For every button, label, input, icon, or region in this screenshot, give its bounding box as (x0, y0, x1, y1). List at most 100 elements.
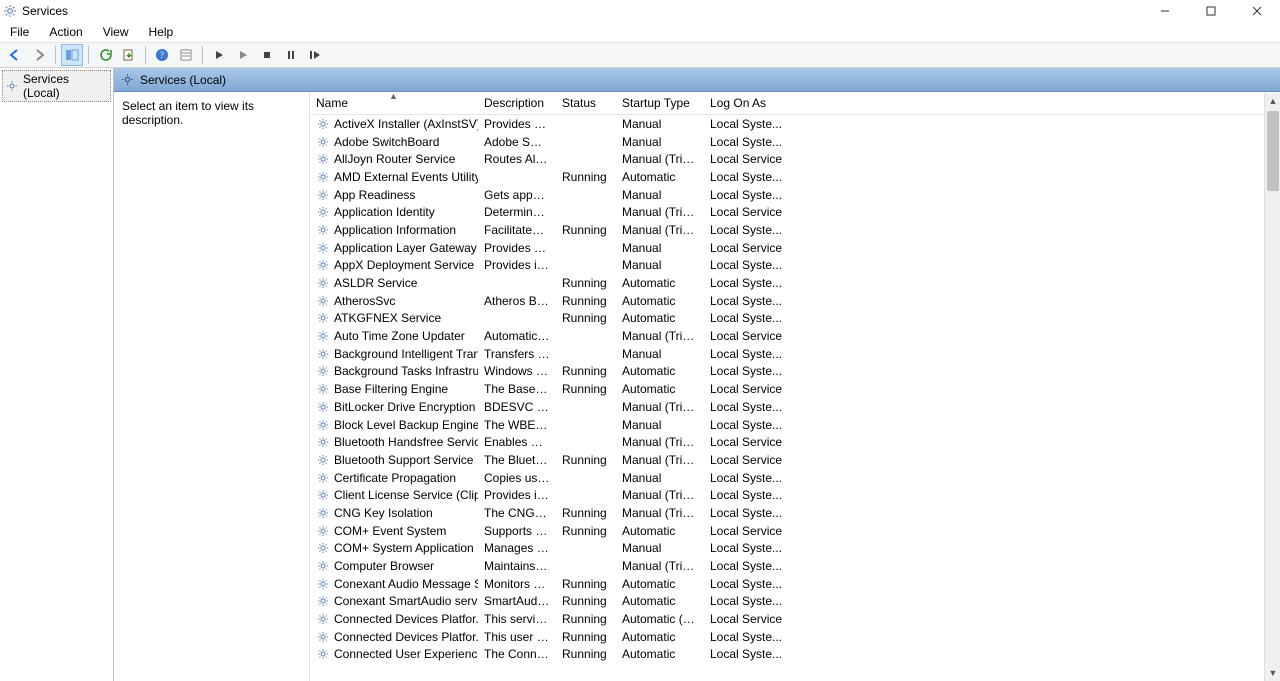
gear-icon (2, 3, 18, 19)
help-button[interactable]: ? (151, 44, 173, 66)
table-row[interactable]: Computer BrowserMaintains a...Manual (Tr… (310, 557, 1264, 575)
show-hide-tree-button[interactable] (61, 44, 83, 66)
table-row[interactable]: App ReadinessGets apps re...ManualLocal … (310, 186, 1264, 204)
gear-icon (316, 471, 330, 485)
table-row[interactable]: Base Filtering EngineThe Base Fil...Runn… (310, 380, 1264, 398)
table-row[interactable]: Background Tasks Infrastru...Windows in.… (310, 363, 1264, 381)
cell-description: Provides inf... (478, 488, 556, 502)
cell-logon: Local Syste... (704, 594, 794, 608)
cell-startup: Manual (616, 471, 704, 485)
service-name: Application Layer Gateway ... (334, 241, 478, 255)
refresh-button[interactable] (94, 44, 116, 66)
tree-root-services-local[interactable]: Services (Local) (2, 70, 111, 102)
table-row[interactable]: ActiveX Installer (AxInstSV)Provides Us.… (310, 115, 1264, 133)
table-row[interactable]: AtherosSvcAtheros BT ...RunningAutomatic… (310, 292, 1264, 310)
table-row[interactable]: Background Intelligent Tran...Transfers … (310, 345, 1264, 363)
properties-button[interactable] (175, 44, 197, 66)
table-row[interactable]: Application InformationFacilitates t...R… (310, 221, 1264, 239)
scroll-down-button[interactable]: ▼ (1265, 665, 1280, 681)
table-row[interactable]: Auto Time Zone UpdaterAutomatica...Manua… (310, 327, 1264, 345)
cell-startup: Manual (Trig... (616, 435, 704, 449)
table-row[interactable]: Conexant SmartAudio serviceSmartAudio...… (310, 593, 1264, 611)
cell-name: App Readiness (310, 188, 478, 202)
gear-icon (316, 435, 330, 449)
menu-help[interactable]: Help (147, 23, 184, 41)
cell-description: The Bluetoo... (478, 453, 556, 467)
minimize-button[interactable] (1142, 0, 1188, 22)
service-name: Auto Time Zone Updater (334, 329, 465, 343)
column-header-status[interactable]: Status (556, 93, 616, 114)
export-list-button[interactable] (118, 44, 140, 66)
menu-bar: File Action View Help (0, 22, 1280, 42)
table-row[interactable]: Connected Devices Platfor...This user se… (310, 628, 1264, 646)
cell-status: Running (556, 276, 616, 290)
menu-view[interactable]: View (101, 23, 139, 41)
cell-startup: Manual (Trig... (616, 488, 704, 502)
table-row[interactable]: Application Layer Gateway ...Provides su… (310, 239, 1264, 257)
table-row[interactable]: AppX Deployment Service (...Provides inf… (310, 257, 1264, 275)
table-row[interactable]: Block Level Backup Engine ...The WBENG..… (310, 416, 1264, 434)
restart-service-button[interactable] (304, 44, 326, 66)
close-button[interactable] (1234, 0, 1280, 22)
table-row[interactable]: Application IdentityDetermines ...Manual… (310, 203, 1264, 221)
scroll-thumb[interactable] (1267, 111, 1279, 191)
back-button[interactable] (4, 44, 26, 66)
table-row[interactable]: Conexant Audio Message S...Monitors au..… (310, 575, 1264, 593)
cell-startup: Manual (616, 188, 704, 202)
cell-startup: Automatic (616, 311, 704, 325)
cell-status: Running (556, 506, 616, 520)
table-row[interactable]: AMD External Events UtilityRunningAutoma… (310, 168, 1264, 186)
service-name: Connected User Experience... (334, 647, 478, 661)
gear-icon (316, 135, 330, 149)
table-row[interactable]: Connected Devices Platfor...This service… (310, 610, 1264, 628)
start-button-2[interactable] (232, 44, 254, 66)
table-row[interactable]: Adobe SwitchBoardAdobe Swit...ManualLoca… (310, 133, 1264, 151)
table-row[interactable]: Bluetooth Support ServiceThe Bluetoo...R… (310, 451, 1264, 469)
menu-action[interactable]: Action (47, 23, 92, 41)
table-row[interactable]: CNG Key IsolationThe CNG ke...RunningMan… (310, 504, 1264, 522)
table-row[interactable]: Connected User Experience...The Connec..… (310, 646, 1264, 664)
cell-description: Automatica... (478, 329, 556, 343)
service-name: Bluetooth Support Service (334, 453, 473, 467)
pane-title: Services (Local) (140, 73, 226, 87)
cell-startup: Manual (616, 541, 704, 555)
gear-icon (316, 347, 330, 361)
cell-name: Conexant Audio Message S... (310, 577, 478, 591)
cell-name: AtherosSvc (310, 294, 478, 308)
scroll-up-button[interactable]: ▲ (1265, 93, 1280, 109)
cell-startup: Automatic (616, 294, 704, 308)
cell-name: Client License Service (ClipS... (310, 488, 478, 502)
table-row[interactable]: Client License Service (ClipS...Provides… (310, 486, 1264, 504)
table-row[interactable]: COM+ Event SystemSupports Sy...RunningAu… (310, 522, 1264, 540)
console-tree[interactable]: Services (Local) (0, 68, 114, 681)
table-row[interactable]: Bluetooth Handsfree ServiceEnables wir..… (310, 433, 1264, 451)
table-row[interactable]: AllJoyn Router ServiceRoutes AllJo...Man… (310, 150, 1264, 168)
gear-icon (316, 188, 330, 202)
column-header-startup[interactable]: Startup Type (616, 93, 704, 114)
table-row[interactable]: BitLocker Drive Encryption ...BDESVC hos… (310, 398, 1264, 416)
cell-logon: Local Syste... (704, 311, 794, 325)
vertical-scrollbar[interactable]: ▲ ▼ (1264, 93, 1280, 681)
column-header-name[interactable]: Name (310, 93, 478, 114)
cell-name: CNG Key Isolation (310, 506, 478, 520)
service-name: ATKGFNEX Service (334, 311, 441, 325)
forward-button[interactable] (28, 44, 50, 66)
table-row[interactable]: ATKGFNEX ServiceRunningAutomaticLocal Sy… (310, 310, 1264, 328)
service-name: Connected Devices Platfor... (334, 612, 478, 626)
service-name: Background Intelligent Tran... (334, 347, 478, 361)
column-header-logon[interactable]: Log On As (704, 93, 794, 114)
start-service-button[interactable] (208, 44, 230, 66)
maximize-button[interactable] (1188, 0, 1234, 22)
table-row[interactable]: COM+ System ApplicationManages th...Manu… (310, 540, 1264, 558)
window-controls (1142, 0, 1280, 22)
cell-description: The CNG ke... (478, 506, 556, 520)
table-row[interactable]: ASLDR ServiceRunningAutomaticLocal Syste… (310, 274, 1264, 292)
stop-service-button[interactable] (256, 44, 278, 66)
column-header-description[interactable]: Description (478, 93, 556, 114)
cell-status: Running (556, 223, 616, 237)
gear-icon (316, 205, 330, 219)
cell-logon: Local Syste... (704, 276, 794, 290)
pause-service-button[interactable] (280, 44, 302, 66)
table-row[interactable]: Certificate PropagationCopies user ...Ma… (310, 469, 1264, 487)
menu-file[interactable]: File (8, 23, 39, 41)
